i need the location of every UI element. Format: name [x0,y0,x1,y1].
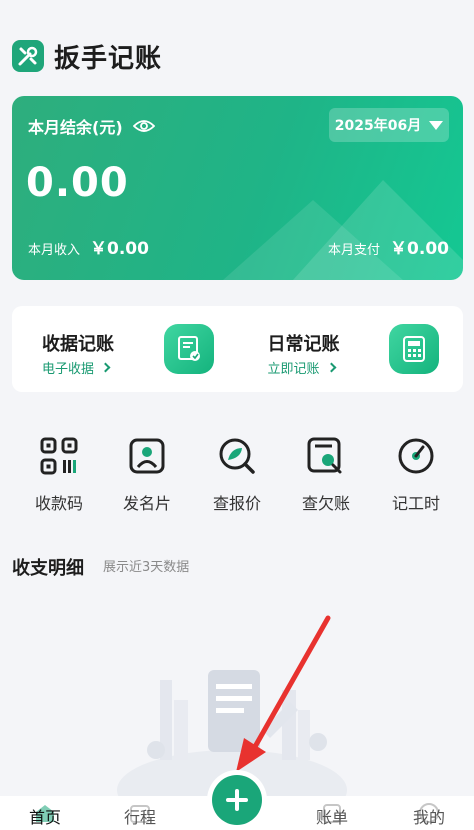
tab-home-label: 首页 [28,808,61,827]
receipt-entry-title: 收据记账 [42,334,114,355]
balance-card: 本月结余(元) 2025年06月 0.00 本月收入 ￥0.00 本月支付 ￥0… [12,96,463,280]
quick-action-label: 收款码 [34,494,83,513]
balance-label-text: 本月结余(元) [28,118,123,137]
expense-value: ￥0.00 [390,239,449,259]
balance-amount: 0.00 [26,160,129,206]
wrench-logo-icon [12,40,44,72]
add-button-circle [212,775,262,825]
receipt-entry-sub: 电子收据 [42,362,95,377]
chevron-right-icon [100,362,111,373]
tab-home[interactable]: 首页 [10,804,80,828]
caret-down-icon [429,120,444,130]
tab-profile[interactable]: 我的 [394,803,464,828]
tab-profile-label: 我的 [412,808,445,827]
app-title: 扳手记账 [54,43,163,74]
calculator-icon [389,324,439,374]
entry-card: 收据记账 电子收据 日常记账 立即记账 [12,306,463,392]
income-label: 本月收入 [28,243,81,258]
tab-bill[interactable]: 账单 [297,804,367,828]
details-title: 收支明细 [12,558,84,579]
quick-action-timer[interactable]: 记工时 [376,432,456,514]
tab-bill-label: 账单 [315,808,348,827]
income-value: ￥0.00 [90,239,149,259]
quick-action-debt[interactable]: 查欠账 [286,432,366,514]
quick-action-label: 查欠账 [301,494,350,513]
expense-label: 本月支付 [328,243,381,258]
quick-action-card[interactable]: 发名片 [107,432,187,514]
receipt-icon [163,324,214,374]
quick-action-label: 查报价 [212,494,261,513]
tab-trip[interactable]: 行程 [105,804,175,828]
mountain-decoration [223,180,463,280]
quick-action-label: 发名片 [122,494,171,513]
business-card-icon [107,432,187,480]
app-header: 扳手记账 [12,36,162,76]
daily-entry-sub: 立即记账 [267,362,320,377]
search-quote-icon [197,432,277,480]
receipt-entry[interactable]: 收据记账 电子收据 [12,306,238,392]
eye-icon[interactable] [132,119,155,133]
month-value: 2025年06月 [334,118,422,134]
chevron-right-icon [326,362,336,373]
receipt-entry-link[interactable]: 电子收据 [42,358,111,377]
daily-entry[interactable]: 日常记账 立即记账 [238,306,464,392]
quick-action-label: 记工时 [391,494,440,513]
month-picker[interactable]: 2025年06月 [329,108,449,142]
quick-action-quote[interactable]: 查报价 [197,432,277,514]
add-record-button[interactable] [207,770,267,830]
daily-entry-link[interactable]: 立即记账 [267,358,336,377]
balance-label: 本月结余(元) [28,114,155,138]
income-stat: 本月收入 ￥0.00 [28,234,149,259]
timer-icon [376,432,456,480]
tab-trip-label: 行程 [123,808,156,827]
daily-entry-title: 日常记账 [267,334,340,355]
expense-stat: 本月支付 ￥0.00 [328,234,449,259]
quick-action-qr[interactable]: 收款码 [19,432,99,514]
qr-code-icon [19,432,99,480]
search-debt-icon [286,432,366,480]
plus-icon [226,789,248,811]
annotation-arrow [236,615,331,772]
details-hint: 展示近3天数据 [103,560,190,575]
